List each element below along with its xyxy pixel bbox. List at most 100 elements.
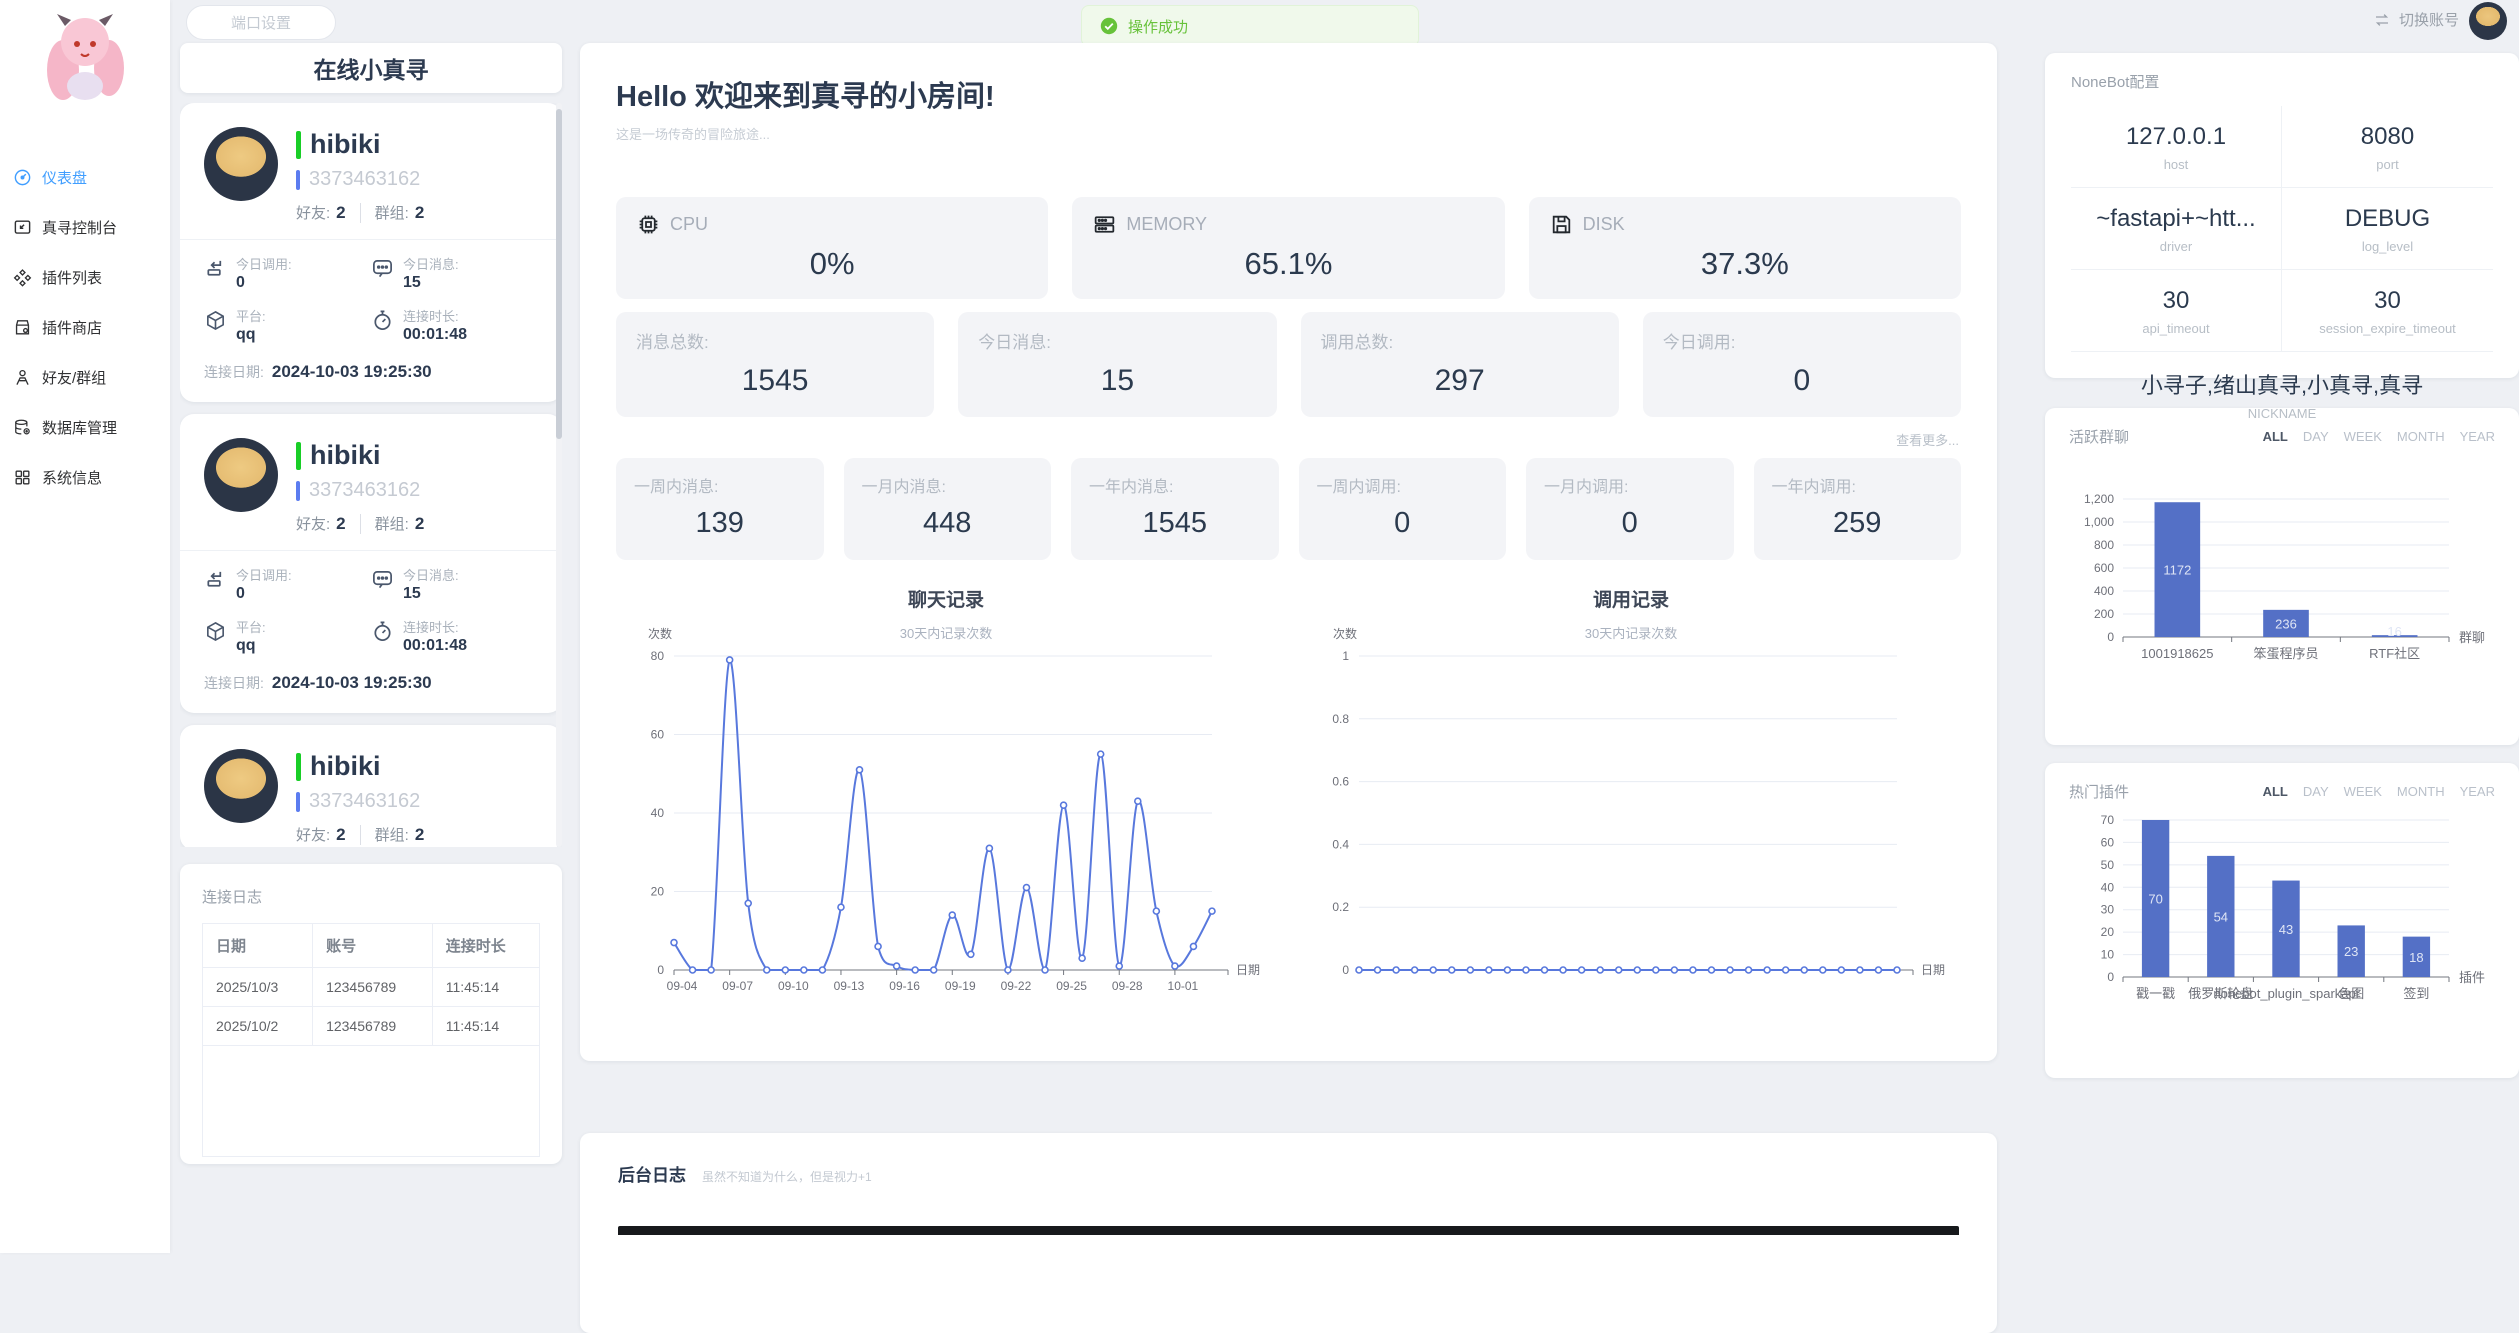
groups-label: 群组:	[375, 513, 409, 534]
tab-year[interactable]: YEAR	[2460, 429, 2495, 444]
console-icon	[13, 218, 32, 237]
svg-text:1172: 1172	[2163, 563, 2191, 578]
nonebot-config-card: NoneBot配置 127.0.0.1 host 8080 port ~fast…	[2045, 53, 2519, 378]
msgs-value: 15	[403, 274, 459, 292]
month-calls-card: 一月内调用: 0	[1526, 458, 1734, 560]
svg-text:20: 20	[2101, 925, 2115, 939]
stat-value: 139	[634, 507, 806, 540]
table-empty-area	[203, 1046, 540, 1157]
bot-id: 3373463162	[309, 790, 420, 813]
tab-week[interactable]: WEEK	[2344, 429, 2382, 444]
stat-label: 一周内调用:	[1317, 473, 1489, 497]
svg-text:30天内记录次数: 30天内记录次数	[900, 626, 992, 641]
tab-all[interactable]: ALL	[2263, 429, 2288, 444]
duration-value: 00:01:48	[403, 637, 467, 655]
scrollbar-thumb[interactable]	[556, 109, 562, 439]
svg-text:16: 16	[2387, 624, 2401, 639]
scrollbar-track[interactable]	[556, 103, 562, 847]
svg-text:插件: 插件	[2459, 970, 2485, 985]
svg-text:400: 400	[2094, 584, 2114, 598]
sidebar-item-system-info[interactable]: 系统信息	[0, 452, 170, 502]
view-more-link[interactable]: 查看更多...	[618, 430, 1959, 449]
log-cell-date: 2025/10/2	[203, 1007, 313, 1046]
svg-text:50: 50	[2101, 858, 2115, 872]
svg-text:群聊: 群聊	[2459, 630, 2485, 645]
svg-text:236: 236	[2275, 616, 2297, 631]
config-label: session_expire_timeout	[2288, 321, 2487, 336]
stopwatch-icon	[371, 620, 394, 643]
disk-label: DISK	[1583, 214, 1625, 235]
stat-value: 1545	[636, 364, 914, 398]
svg-text:日期: 日期	[1921, 963, 1945, 977]
tab-month[interactable]: MONTH	[2397, 784, 2445, 799]
sidebar-item-database[interactable]: 数据库管理	[0, 402, 170, 452]
svg-text:40: 40	[2101, 880, 2115, 894]
conn-date-label: 连接日期:	[204, 675, 264, 691]
log-cell-duration: 11:45:14	[432, 968, 539, 1007]
log-header-date: 日期	[203, 924, 313, 968]
terminal-top-bar	[618, 1226, 1959, 1235]
svg-text:0.2: 0.2	[1332, 900, 1349, 914]
cpu-label: CPU	[670, 214, 708, 235]
friends-label: 好友:	[296, 202, 330, 223]
config-value: 127.0.0.1	[2077, 123, 2275, 151]
sidebar-item-plugin-store[interactable]: 插件商店	[0, 302, 170, 352]
msgs-value: 15	[403, 585, 459, 603]
tab-day[interactable]: DAY	[2303, 784, 2329, 799]
bot-card[interactable]: hibiki 3373463162 好友:2 群组:2 今日调用:0 今日消息:…	[180, 414, 562, 713]
msgs-label: 今日消息:	[403, 254, 459, 273]
svg-text:60: 60	[2101, 835, 2115, 849]
duration-value: 00:01:48	[403, 326, 467, 344]
active-groups-card: 活跃群聊 ALL DAY WEEK MONTH YEAR 02004006008…	[2045, 408, 2519, 745]
sidebar-item-friends-groups[interactable]: 好友/群组	[0, 352, 170, 402]
return-icon	[204, 257, 227, 280]
config-api-timeout: 30 api_timeout	[2071, 270, 2282, 352]
tab-week[interactable]: WEEK	[2344, 784, 2382, 799]
divider	[360, 514, 361, 534]
sidebar-item-label: 好友/群组	[42, 367, 106, 388]
svg-text:43: 43	[2279, 922, 2293, 937]
config-value: 小寻子,绪山真寻,小真寻,真寻	[2077, 368, 2487, 400]
tab-year[interactable]: YEAR	[2460, 784, 2495, 799]
bot-name: hibiki	[310, 751, 381, 782]
sidebar-item-console[interactable]: 真寻控制台	[0, 202, 170, 252]
disk-value: 37.3%	[1549, 246, 1941, 282]
backend-log-card: 后台日志 虽然不知道为什么，但是视力+1	[580, 1133, 1997, 1333]
svg-text:0: 0	[1342, 963, 1349, 977]
svg-text:200: 200	[2094, 607, 2114, 621]
cube-icon	[204, 309, 227, 332]
page-subtitle: 这是一场传奇的冒险旅途...	[616, 124, 1961, 143]
groups-count: 2	[415, 825, 424, 845]
stat-value: 15	[978, 364, 1256, 398]
divider	[360, 203, 361, 223]
log-cell-date: 2025/10/3	[203, 968, 313, 1007]
month-messages-card: 一月内消息: 448	[844, 458, 1052, 560]
svg-text:09-07: 09-07	[722, 979, 753, 993]
svg-text:09-25: 09-25	[1056, 979, 1087, 993]
sidebar-item-dashboard[interactable]: 仪表盘	[0, 152, 170, 202]
year-messages-card: 一年内消息: 1545	[1071, 458, 1279, 560]
hot-plugins-chart: 010203040506070插件70戳一戳54俄罗斯轮盘43nonebot_p…	[2069, 802, 2495, 1042]
tab-all[interactable]: ALL	[2263, 784, 2288, 799]
config-session-timeout: 30 session_expire_timeout	[2282, 270, 2493, 352]
svg-text:30天内记录次数: 30天内记录次数	[1585, 626, 1677, 641]
divider	[180, 550, 562, 551]
online-bots-panel: 在线小真寻 hibiki 3373463162 好友:2 群组:2	[180, 0, 562, 1164]
config-host: 127.0.0.1 host	[2071, 106, 2282, 188]
bot-card[interactable]: hibiki 3373463162 好友:2 群组:2	[180, 725, 562, 847]
bot-card[interactable]: hibiki 3373463162 好友:2 群组:2 今日调用:0 今日消息:…	[180, 103, 562, 402]
svg-text:nonebot_plugin_sparkapi: nonebot_plugin_sparkapi	[2213, 986, 2358, 1001]
sidebar-item-plugin-list[interactable]: 插件列表	[0, 252, 170, 302]
tab-month[interactable]: MONTH	[2397, 429, 2445, 444]
stat-label: 一月内消息:	[862, 473, 1034, 497]
stat-label: 一周内消息:	[634, 473, 806, 497]
tab-day[interactable]: DAY	[2303, 429, 2329, 444]
online-status-bar	[296, 131, 301, 159]
id-bar	[296, 481, 300, 501]
bot-avatar	[204, 127, 278, 201]
online-status-bar	[296, 442, 301, 470]
config-value: DEBUG	[2288, 205, 2487, 233]
check-circle-icon	[1100, 17, 1118, 35]
disk-icon	[1549, 212, 1574, 237]
svg-text:09-13: 09-13	[834, 979, 865, 993]
